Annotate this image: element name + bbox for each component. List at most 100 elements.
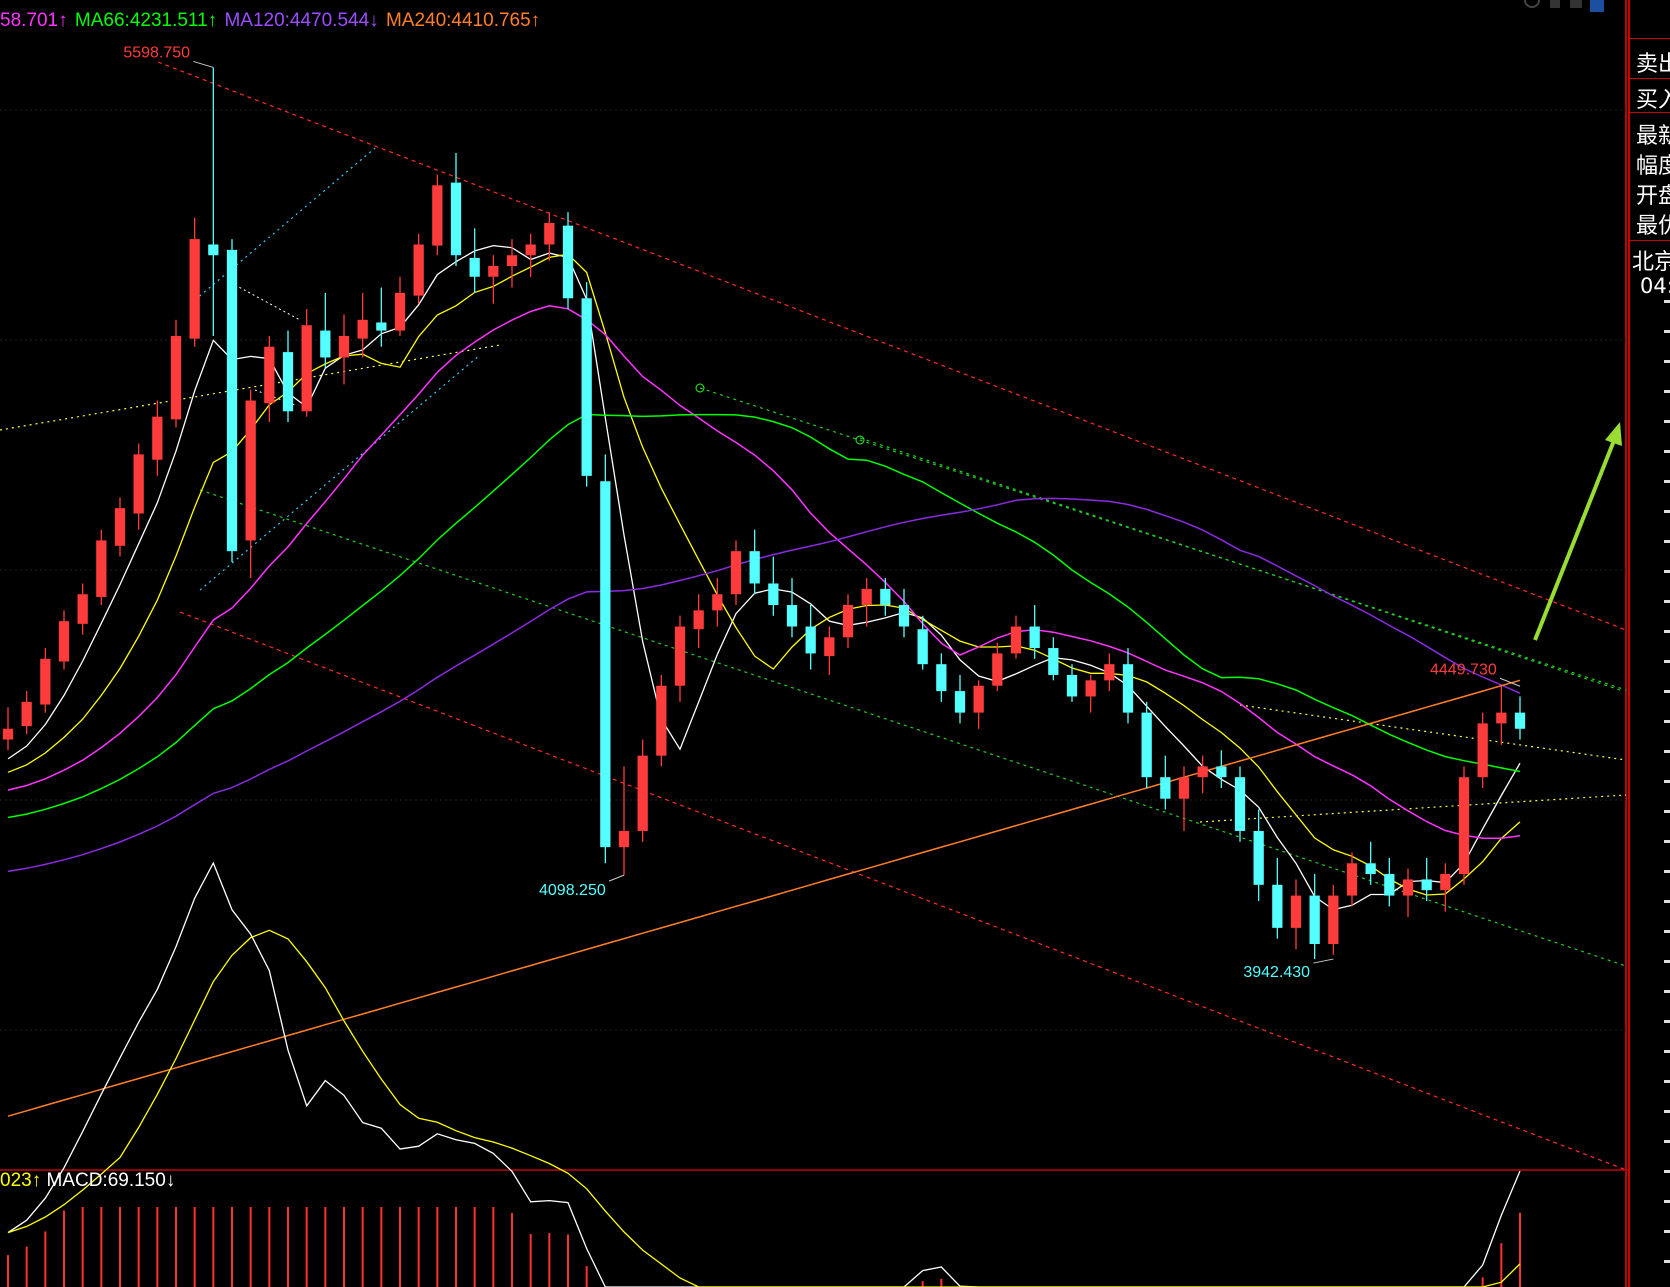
zoom-icon[interactable]: [1520, 0, 1620, 20]
candle-body: [1309, 895, 1320, 944]
candle-body: [917, 629, 928, 665]
candle-body: [506, 255, 518, 266]
axis-tick: [1664, 1170, 1670, 1173]
axis-tick: [1664, 450, 1670, 453]
legend-ma120: MA120:4470.544↓: [224, 10, 379, 31]
chart-canvas[interactable]: 5598.750 4098.250 3942.430 4449.730: [0, 0, 1670, 1287]
ma-legend: 58.701↑ MA66:4231.511↑ MA120:4470.544↓ M…: [0, 10, 542, 36]
toolbar-icons[interactable]: [1520, 0, 1620, 20]
ma120-line: [7, 497, 1521, 873]
candle-body: [805, 626, 816, 654]
candle-body: [618, 831, 630, 848]
candle-body: [2, 728, 14, 740]
macd-bar: [921, 1281, 924, 1287]
candle-body: [1384, 874, 1395, 896]
axis-tick: [1664, 1110, 1670, 1113]
candle-body: [842, 605, 854, 638]
candle-body: [282, 352, 294, 412]
macd-bar: [249, 1207, 252, 1287]
candle-body: [432, 185, 443, 246]
axis-tick: [1664, 720, 1670, 723]
candle-body: [170, 335, 182, 420]
macd-bar: [529, 1233, 532, 1287]
axis-tick: [1664, 960, 1670, 963]
axis-tick: [1664, 1050, 1670, 1053]
extreme-price-label: 4449.730: [1430, 661, 1497, 678]
candle-body: [1178, 777, 1190, 799]
candle-body: [488, 266, 499, 277]
candle-body: [1234, 777, 1246, 831]
candle-body: [301, 325, 312, 412]
axis-tick: [1664, 1230, 1670, 1233]
macd-legend: 023↑ MACD:69.150↓: [0, 1170, 175, 1192]
legend-ma240: MA240:4410.765↑: [385, 10, 541, 31]
candle-body: [1029, 626, 1040, 649]
candle-body: [1365, 863, 1376, 875]
macd-bar: [567, 1234, 569, 1287]
axis-tick: [1664, 600, 1670, 603]
axis-tick: [1664, 840, 1670, 843]
macd-bar: [305, 1207, 308, 1287]
axis-tick: [1664, 1200, 1670, 1203]
candle-body: [1514, 712, 1526, 729]
trend-line-white: [234, 284, 301, 321]
macd-bar: [100, 1207, 103, 1287]
candle-body: [226, 249, 238, 552]
macd-bar: [343, 1207, 345, 1287]
axis-tick: [1664, 660, 1670, 663]
macd-bar: [63, 1210, 65, 1287]
candle-body: [656, 685, 667, 756]
candle-body: [1421, 879, 1432, 891]
label-pointer: [193, 60, 214, 68]
macd-bar: [399, 1207, 401, 1287]
candle-body: [637, 755, 648, 831]
candle-body: [712, 594, 723, 611]
candle-body: [338, 335, 350, 358]
kline-chart[interactable]: 5598.750 4098.250 3942.430 4449.730: [0, 0, 1670, 1287]
candle-body: [357, 319, 368, 339]
macd-bar: [119, 1207, 121, 1287]
axis-tick: [1664, 990, 1670, 993]
candle-body: [1104, 664, 1115, 681]
axis-tick: [1664, 900, 1670, 903]
label-pointer: [1313, 958, 1334, 964]
candle-body: [1048, 648, 1059, 675]
forecast-arrow-head: [1605, 422, 1622, 446]
candle-body: [96, 540, 107, 597]
candle-body: [152, 416, 163, 460]
axis-tick: [1664, 510, 1670, 513]
forecast-arrow: [1533, 437, 1617, 641]
candle-body: [693, 610, 704, 630]
macd-bar: [7, 1255, 9, 1287]
macd-bar: [585, 1266, 588, 1287]
candle-body: [413, 244, 424, 296]
candle-body: [749, 551, 760, 584]
candle-body: [992, 653, 1003, 686]
macd-bar: [268, 1207, 271, 1287]
macd-bar: [548, 1233, 551, 1287]
candle-body: [581, 298, 592, 476]
tick-column: [1664, 300, 1670, 1263]
candle-body: [730, 551, 742, 595]
axis-tick: [1664, 690, 1670, 693]
trend-line-cyan-upper: [194, 147, 376, 301]
extreme-price-label: 5598.750: [123, 44, 190, 61]
macd-bar: [81, 1207, 84, 1287]
candle-body: [1010, 626, 1022, 654]
candle-body: [320, 330, 331, 358]
macd-bar: [25, 1246, 28, 1287]
candle-body: [674, 626, 686, 686]
macd-bar: [1481, 1277, 1484, 1287]
axis-tick: [1664, 930, 1670, 933]
macd-bar: [324, 1207, 327, 1287]
macd-bar: [380, 1207, 383, 1287]
macd-bar: [193, 1207, 196, 1287]
candle-body: [1160, 777, 1171, 799]
trend-line-mid-green: [859, 437, 1621, 691]
axis-tick: [1664, 390, 1670, 393]
candle-body: [1253, 831, 1264, 885]
axis-tick: [1664, 750, 1670, 753]
macd-bar: [436, 1207, 439, 1287]
axis-tick: [1664, 480, 1670, 483]
candle-body: [1290, 895, 1302, 928]
